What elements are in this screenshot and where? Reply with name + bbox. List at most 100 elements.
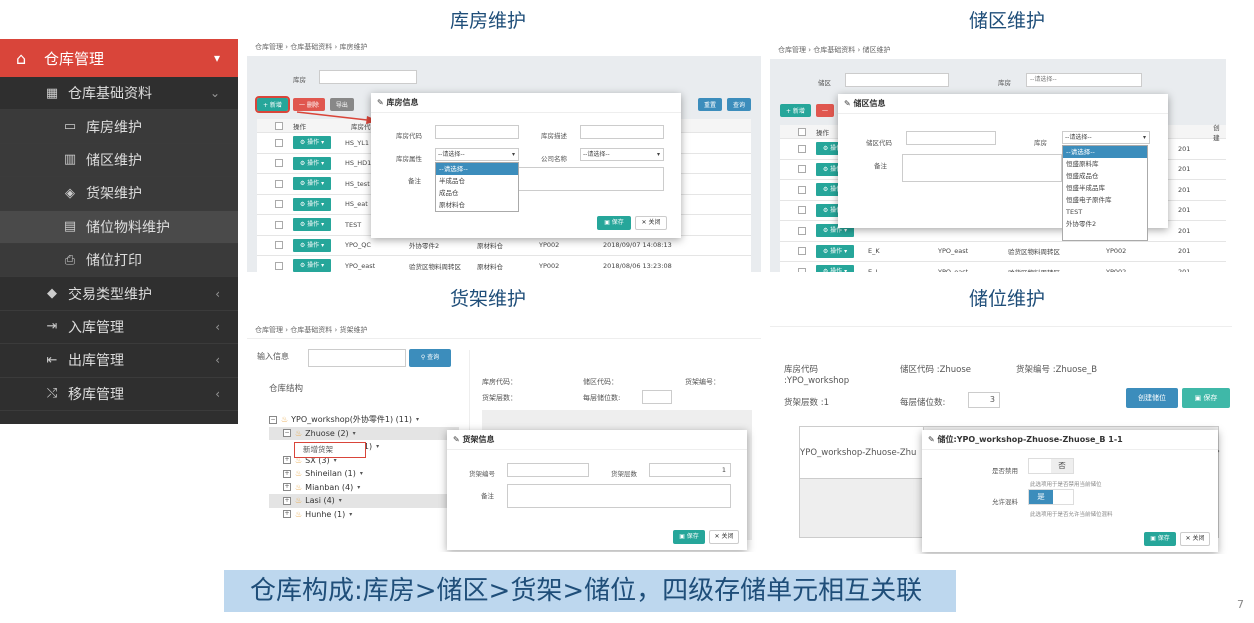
attr-select[interactable]: --请选择-- ▾	[435, 148, 519, 161]
row-op-button[interactable]: ⚙ 操作 ▾	[293, 177, 331, 191]
create-location-button[interactable]: 创建储位	[1126, 388, 1178, 408]
expand-toggle-icon[interactable]: +	[283, 456, 291, 465]
save-button[interactable]: ▣ 保存	[673, 530, 705, 544]
select-all-checkbox[interactable]	[798, 127, 806, 136]
company-select[interactable]: --请选择-- ▾	[580, 148, 664, 161]
table-row: ⚙ 操作 ▾ YPO_QC 外协零件2 原材料仓 YP002 2018/09/07 14:…	[257, 236, 751, 256]
row-checkbox[interactable]	[798, 206, 806, 215]
query-button[interactable]: 查询	[726, 98, 751, 111]
code-input[interactable]	[435, 125, 519, 139]
expand-toggle-icon[interactable]: +	[283, 483, 291, 492]
sidebar-item-trade-type[interactable]: ◆ 交易类型维护 ‹	[0, 277, 238, 311]
expand-toggle-icon[interactable]: −	[269, 415, 277, 424]
row-checkbox[interactable]	[275, 138, 283, 147]
add-rack-menu-item[interactable]: 新增货架	[303, 445, 333, 454]
sidebar-item-warehouse[interactable]: ▭ 库房维护	[0, 110, 238, 144]
sidebar-item-transfer[interactable]: ⤭ 移库管理 ‹	[0, 378, 238, 411]
cell-zone: 验货区物料周转区...	[1008, 267, 1106, 272]
per-layer-input[interactable]: 3	[968, 392, 1000, 408]
tree-node[interactable]: − ♨ YPO_workshop(外协零件1) (11) ▾	[269, 413, 459, 427]
row-checkbox[interactable]	[275, 159, 283, 168]
cell-code: YPO_east	[345, 261, 376, 270]
filter-wh-select[interactable]: --请选择--	[1026, 73, 1142, 87]
save-button[interactable]: ▣ 保存	[1144, 532, 1176, 546]
sidebar-item-location-material[interactable]: ▤ 储位物料维护	[0, 210, 238, 244]
dropdown-option[interactable]: 原材料仓	[436, 199, 518, 211]
sidebar-header[interactable]: ⌂ 仓库管理 ▾	[0, 39, 238, 77]
row-checkbox[interactable]	[798, 165, 806, 174]
add-button[interactable]: + 新增	[255, 96, 290, 113]
sidebar-header-label: 仓库管理	[44, 49, 105, 68]
expand-toggle-icon[interactable]: +	[283, 510, 291, 519]
dropdown-option[interactable]: 成品仓	[436, 187, 518, 199]
row-checkbox[interactable]	[798, 267, 806, 272]
caret-down-icon: ▾	[349, 510, 353, 518]
close-button[interactable]: ✕ 关闭	[635, 216, 667, 230]
dropdown-option[interactable]: 半成品仓	[436, 175, 518, 187]
reset-button[interactable]: 重置	[697, 98, 722, 111]
wh-select[interactable]: --请选择-- ▾	[1062, 131, 1150, 144]
row-checkbox[interactable]	[275, 220, 283, 229]
remark-input[interactable]	[507, 484, 731, 508]
dropdown-option[interactable]: 恒盛电子原件库	[1063, 194, 1147, 206]
desc-input[interactable]	[580, 125, 664, 139]
dropdown-option[interactable]: 恒盛半成品库	[1063, 182, 1147, 194]
row-checkbox[interactable]	[275, 200, 283, 209]
close-button[interactable]: ✕ 关闭	[709, 530, 739, 544]
remark-input[interactable]	[902, 154, 1062, 182]
per-layer-input[interactable]	[642, 390, 672, 404]
save-button[interactable]: ▣ 保存	[597, 216, 631, 230]
dropdown-option[interactable]: TEST	[1063, 206, 1147, 218]
disable-toggle[interactable]: 否	[1028, 458, 1074, 474]
row-op-button[interactable]: ⚙ 操作 ▾	[293, 238, 331, 252]
row-op-button[interactable]: ⚙ 操作 ▾	[293, 197, 331, 211]
tree-node[interactable]: + ♨ Mianban (4) ▾	[269, 481, 459, 495]
expand-toggle-icon[interactable]: +	[283, 469, 291, 478]
dropdown-option[interactable]: 外协零件2	[1063, 218, 1147, 230]
cell-d: 201	[1178, 144, 1191, 153]
tree-node[interactable]: − ♨ Zhuose (2) ▾	[269, 426, 459, 440]
tree-node[interactable]: + ♨ Shineilan (1) ▾	[269, 467, 459, 481]
row-op-button[interactable]: ⚙ 操作 ▾	[816, 244, 854, 258]
rack-input[interactable]	[507, 463, 589, 477]
row-checkbox[interactable]	[798, 226, 806, 235]
expand-toggle-icon[interactable]: −	[283, 429, 291, 438]
delete-button[interactable]: 一	[815, 104, 834, 117]
location-cell[interactable]: YPO_workshop-Zhuose-Zhu	[800, 427, 924, 479]
sidebar-item-basic[interactable]: ▦ 仓库基础资料 ⌄	[0, 77, 238, 111]
row-op-button[interactable]: ⚙ 操作 ▾	[816, 265, 854, 272]
dropdown-option[interactable]: --请选择--	[1063, 146, 1147, 158]
search-input[interactable]	[308, 349, 406, 367]
row-op-button[interactable]: ⚙ 操作 ▾	[293, 136, 331, 150]
sidebar-item-inbound[interactable]: ⇥ 入库管理 ‹	[0, 311, 238, 345]
dropdown-option[interactable]: 恒盛成品仓	[1063, 170, 1147, 182]
close-button[interactable]: ✕ 关闭	[1180, 532, 1210, 546]
expand-toggle-icon[interactable]: +	[283, 496, 291, 505]
row-checkbox[interactable]	[798, 144, 806, 153]
dropdown-option[interactable]: --请选择--	[436, 163, 518, 175]
row-op-button[interactable]: ⚙ 操作 ▾	[293, 218, 331, 232]
row-checkbox[interactable]	[798, 247, 806, 256]
sidebar-item-rack[interactable]: ◈ 货架维护	[0, 177, 238, 211]
sidebar-item-zone[interactable]: ▥ 储区维护	[0, 143, 238, 178]
filter-zone-input[interactable]	[845, 73, 949, 87]
layers-input[interactable]: 1	[649, 463, 731, 477]
row-op-button[interactable]: ⚙ 操作 ▾	[293, 156, 331, 170]
row-op-button[interactable]: ⚙ 操作 ▾	[293, 259, 331, 272]
sidebar-item-outbound[interactable]: ⇤ 出库管理 ‹	[0, 344, 238, 378]
sidebar-item-location-print[interactable]: ⎙ 储位打印	[0, 243, 238, 278]
filter-input[interactable]	[319, 70, 417, 84]
row-checkbox[interactable]	[275, 179, 283, 188]
tree-node[interactable]: + ♨ Lasi (4) ▾	[269, 494, 459, 508]
add-button[interactable]: + 新增	[780, 104, 811, 117]
row-checkbox[interactable]	[275, 241, 283, 250]
dropdown-option[interactable]: 恒盛原料库	[1063, 158, 1147, 170]
row-checkbox[interactable]	[275, 261, 283, 270]
save-button[interactable]: ▣ 保存	[1182, 388, 1230, 408]
mix-toggle[interactable]: 是	[1028, 489, 1074, 505]
row-checkbox[interactable]	[798, 185, 806, 194]
tree-node[interactable]: + ♨ Hunhe (1) ▾	[269, 508, 459, 522]
select-all-checkbox[interactable]	[275, 121, 283, 130]
code-input[interactable]	[906, 131, 996, 145]
query-button[interactable]: ⚲ 查询	[409, 349, 451, 367]
